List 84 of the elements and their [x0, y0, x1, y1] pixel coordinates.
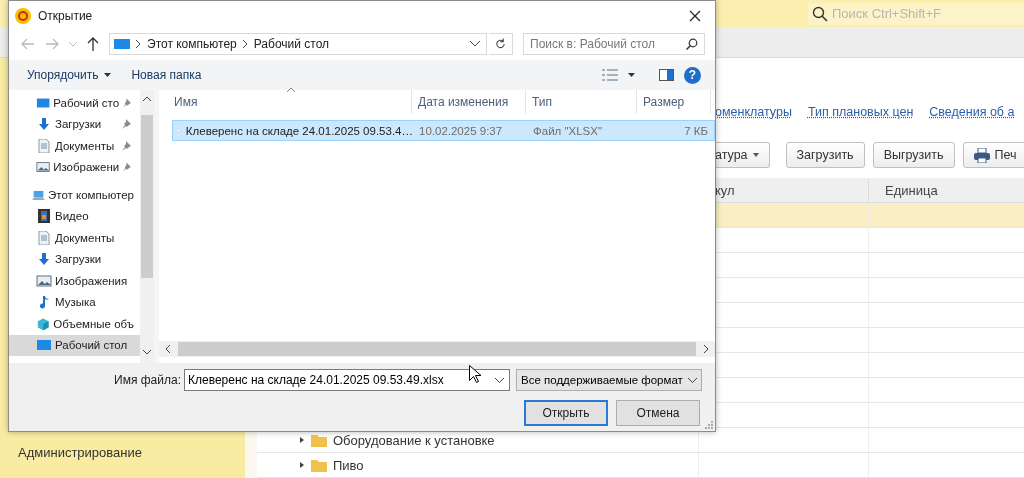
toolbar-button[interactable]: Печ	[962, 142, 1024, 168]
up-arrow-icon	[87, 37, 99, 51]
chevron-down-icon[interactable]	[495, 378, 504, 383]
search-icon	[686, 38, 698, 50]
pin-icon	[122, 162, 131, 173]
pin-icon	[121, 119, 131, 130]
toolbar-button[interactable]: Выгрузить	[872, 142, 955, 168]
scroll-right-icon[interactable]	[704, 345, 709, 353]
tree-item-label[interactable]: Оборудование к установке	[333, 432, 495, 448]
back-arrow-icon	[21, 38, 35, 50]
column-header[interactable]: Единица	[869, 178, 1024, 203]
chevron-icon	[136, 40, 141, 48]
toolbar-button[interactable]: Загрузить	[785, 142, 865, 168]
breadcrumb[interactable]: Рабочий стол	[253, 37, 330, 51]
scroll-down-icon[interactable]	[143, 350, 151, 355]
mouse-cursor-icon	[469, 365, 481, 383]
link[interactable]: Тип плановых цен	[807, 105, 914, 125]
table-row[interactable]: Пиво	[257, 453, 1024, 478]
toolbar-button[interactable]: Упорядочить	[19, 63, 120, 87]
preview-pane-icon[interactable]	[659, 69, 674, 81]
nav-item[interactable]: Рабочий стол	[9, 334, 140, 356]
close-icon	[689, 9, 701, 22]
file-row[interactable]: Клеверенс на складе 24.01.2025 09.53.4… 10.02.2025 9:37 Файл "XLSX" 7 КБ	[172, 120, 715, 141]
toolbar-button[interactable]: Новая папка	[123, 63, 210, 87]
pin-icon	[121, 140, 131, 151]
cube-icon	[36, 316, 51, 331]
refresh-icon	[495, 38, 506, 50]
caret-icon[interactable]	[628, 73, 635, 77]
expand-arrow-icon[interactable]	[299, 437, 305, 443]
file-name-field[interactable]: Клеверенс на складе 24.01.2025 09.53.49.xlsx	[184, 369, 510, 391]
nav-item[interactable]: Музыка	[9, 291, 140, 313]
app-logo-icon	[15, 7, 31, 24]
desktop-icon	[36, 338, 52, 353]
breadcrumb[interactable]: Этот компьютер	[147, 37, 237, 51]
resize-grip-icon[interactable]	[705, 421, 713, 429]
window-title: Открытие	[38, 8, 93, 23]
scrollbar[interactable]	[159, 341, 715, 357]
chevron-down-icon	[69, 41, 77, 47]
tree-item-label[interactable]: Пиво	[333, 457, 364, 473]
chevron-down-icon	[688, 377, 697, 383]
dialog-button[interactable]: Открыть	[524, 400, 608, 426]
download-arrow-icon	[36, 117, 52, 132]
nav-item[interactable]: Загрузки	[9, 113, 140, 135]
link[interactable]: Сведения об а	[929, 105, 1015, 125]
expand-arrow-icon[interactable]	[299, 462, 305, 468]
sidebar-item[interactable]: Администрирование	[0, 445, 245, 460]
file-type-dropdown[interactable]: Все поддерживаемые формат	[516, 369, 702, 391]
dropdown-icon[interactable]	[470, 41, 480, 47]
document-icon	[36, 230, 52, 245]
nav-item[interactable]: Объемные объ	[9, 313, 140, 335]
link[interactable]: оменклатуры	[715, 105, 792, 125]
nav-item[interactable]: Этот компьютер	[9, 184, 140, 206]
pin-icon	[122, 97, 131, 108]
caret-icon	[104, 73, 112, 77]
file-name-label: Имя файла:	[113, 373, 182, 387]
refresh-button[interactable]	[489, 33, 513, 55]
scroll-up-icon[interactable]	[143, 96, 151, 101]
forward-arrow-icon	[45, 38, 59, 50]
address-bar[interactable]: Этот компьютер Рабочий стол	[109, 33, 487, 55]
sort-caret-icon	[287, 87, 295, 92]
document-icon	[36, 138, 52, 153]
computer-icon	[114, 38, 130, 50]
nav-item[interactable]: Изображени	[9, 156, 140, 178]
caret-icon	[752, 153, 759, 157]
chevron-icon	[242, 40, 248, 48]
printer-icon	[973, 147, 990, 163]
film-icon	[36, 209, 52, 224]
image-icon	[36, 160, 51, 175]
search-field[interactable]: Поиск в: Рабочий стол	[523, 33, 705, 55]
scroll-left-icon[interactable]	[165, 345, 170, 353]
nav-item[interactable]: Загрузки	[9, 248, 140, 270]
nav-item[interactable]: Документы	[9, 135, 140, 157]
toolbar-button[interactable]: атура	[715, 142, 770, 168]
nav-item[interactable]: Изображения	[9, 270, 140, 292]
help-button[interactable]: ?	[684, 66, 701, 84]
image-icon	[36, 273, 52, 288]
nav-item[interactable]: Документы	[9, 227, 140, 249]
search-field[interactable]: Поиск Ctrl+Shift+F	[808, 2, 1024, 25]
dialog-button[interactable]: Отмена	[616, 400, 700, 426]
folder-icon	[311, 458, 327, 472]
nav-item[interactable]: Рабочий сто	[9, 92, 140, 114]
download-arrow-icon	[36, 252, 52, 267]
nav-item[interactable]: Видео	[9, 205, 140, 227]
scrollbar[interactable]	[140, 90, 154, 363]
